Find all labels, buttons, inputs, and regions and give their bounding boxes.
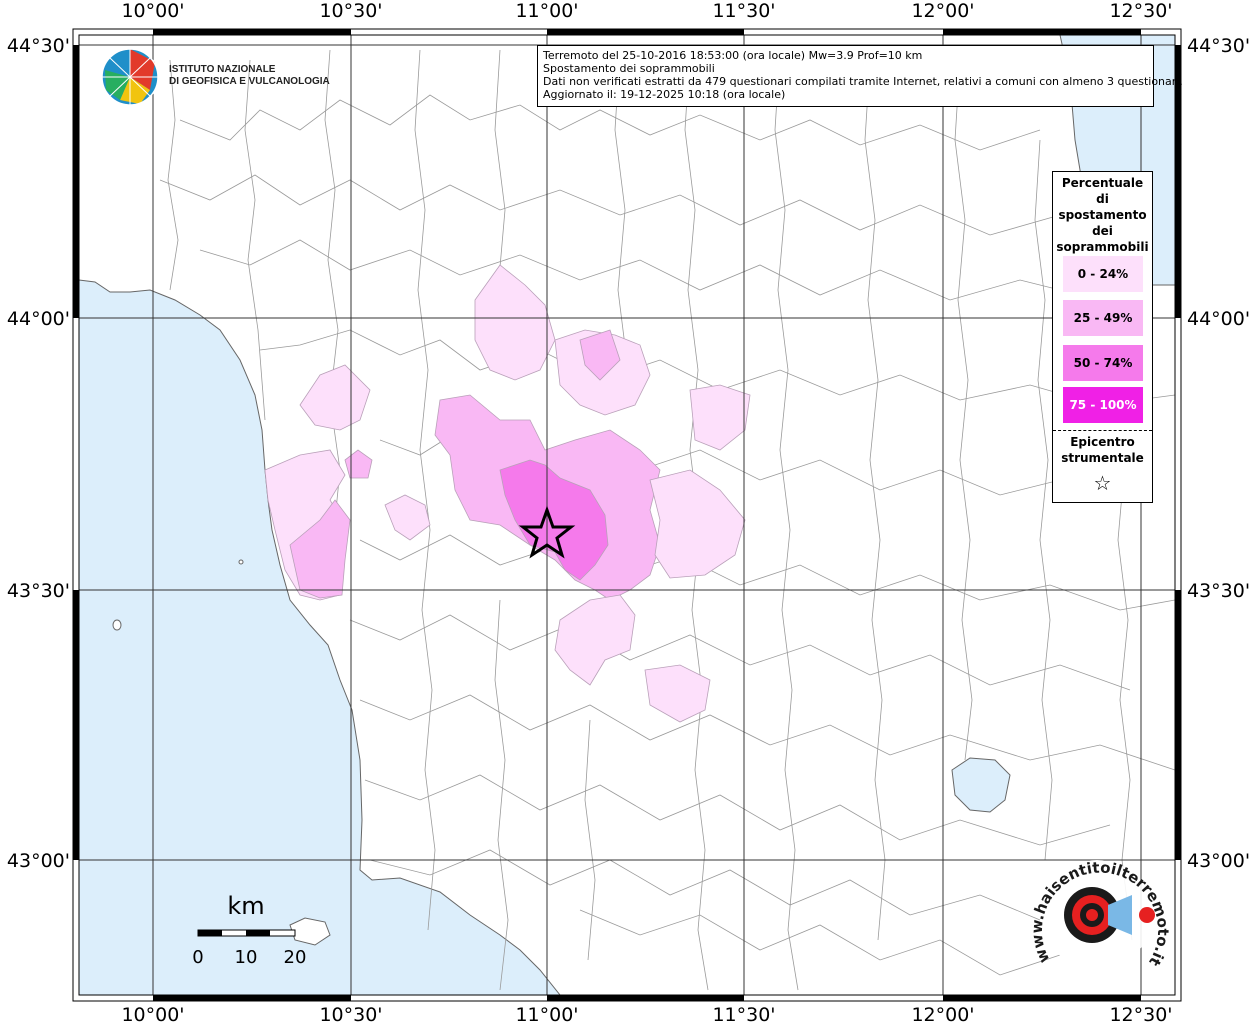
map: 10°00' 10°30' 11°00' 11°30' 12°00' 12°30…	[7, 0, 1250, 1024]
logo-line-2: DI GEOFISICA E VULCANOLOGIA	[169, 76, 330, 87]
lat-label-right: 43°30'	[1187, 580, 1250, 602]
legend-title: Percentuale di spostamento dei soprammob…	[1053, 175, 1152, 255]
legend-title-line: soprammobili	[1056, 240, 1149, 254]
legend-title-line: dei	[1092, 224, 1113, 238]
lon-label-top: 10°00'	[121, 0, 184, 22]
legend-epicenter-line: Epicentro	[1070, 435, 1135, 449]
lon-label-top: 12°00'	[911, 0, 974, 22]
info-updated: Aggiornato il: 19-12-2025 10:18 (ora loc…	[543, 88, 786, 101]
lat-label-right: 43°00'	[1187, 850, 1250, 872]
legend-class-75-100: 75 - 100%	[1063, 387, 1143, 423]
lon-label-bottom: 11°30'	[712, 1004, 775, 1024]
lon-label-bottom: 12°00'	[911, 1004, 974, 1024]
island-small	[112, 619, 122, 631]
lon-label-top: 11°30'	[712, 0, 775, 22]
legend-star-icon: ☆	[1093, 471, 1112, 495]
scale-unit: km	[227, 892, 264, 920]
legend-epicenter-line: strumentale	[1061, 451, 1144, 465]
lat-label-left: 44°30'	[7, 35, 70, 57]
legend-class-50-74: 50 - 74%	[1063, 345, 1143, 381]
lon-label-bottom: 10°00'	[121, 1004, 184, 1024]
legend-title-line: spostamento	[1058, 208, 1147, 222]
info-data-note: Dati non verificati estratti da 479 ques…	[543, 75, 1183, 88]
lon-label-top: 12°30'	[1109, 0, 1172, 22]
legend-divider	[1053, 430, 1152, 431]
scale-tick-20: 20	[284, 947, 307, 968]
logo-line-1: ISTITUTO NAZIONALE	[169, 64, 276, 75]
legend-class-25-49: 25 - 49%	[1063, 300, 1143, 336]
lat-label-left: 43°00'	[7, 850, 70, 872]
ingv-logo-text: ISTITUTO NAZIONALE DI GEOFISICA E VULCAN…	[169, 64, 330, 88]
lat-label-left: 43°30'	[7, 580, 70, 602]
lat-label-right: 44°00'	[1187, 308, 1250, 330]
lat-label-right: 44°30'	[1187, 35, 1250, 57]
scale-tick-10: 10	[235, 947, 258, 968]
legend-title-line: di	[1096, 192, 1109, 206]
info-box: Terremoto del 25-10-2016 18:53:00 (ora l…	[537, 45, 1183, 107]
legend: Percentuale di spostamento dei soprammob…	[1052, 171, 1153, 503]
scale-tick-0: 0	[192, 947, 203, 968]
ingv-logo-icon	[101, 48, 159, 106]
legend-epicenter-label: Epicentro strumentale	[1053, 434, 1152, 466]
lon-label-bottom: 11°00'	[515, 1004, 578, 1024]
lon-label-top: 10°30'	[319, 0, 382, 22]
legend-title-line: Percentuale	[1061, 176, 1144, 190]
legend-class-0-24: 0 - 24%	[1063, 256, 1143, 292]
lon-label-bottom: 12°30'	[1109, 1004, 1172, 1024]
lon-label-bottom: 10°30'	[319, 1004, 382, 1024]
lat-label-left: 44°00'	[7, 308, 70, 330]
lon-label-top: 11°00'	[515, 0, 578, 22]
info-parameter: Spostamento dei soprammobili	[543, 62, 715, 75]
info-event: Terremoto del 25-10-2016 18:53:00 (ora l…	[543, 49, 923, 62]
